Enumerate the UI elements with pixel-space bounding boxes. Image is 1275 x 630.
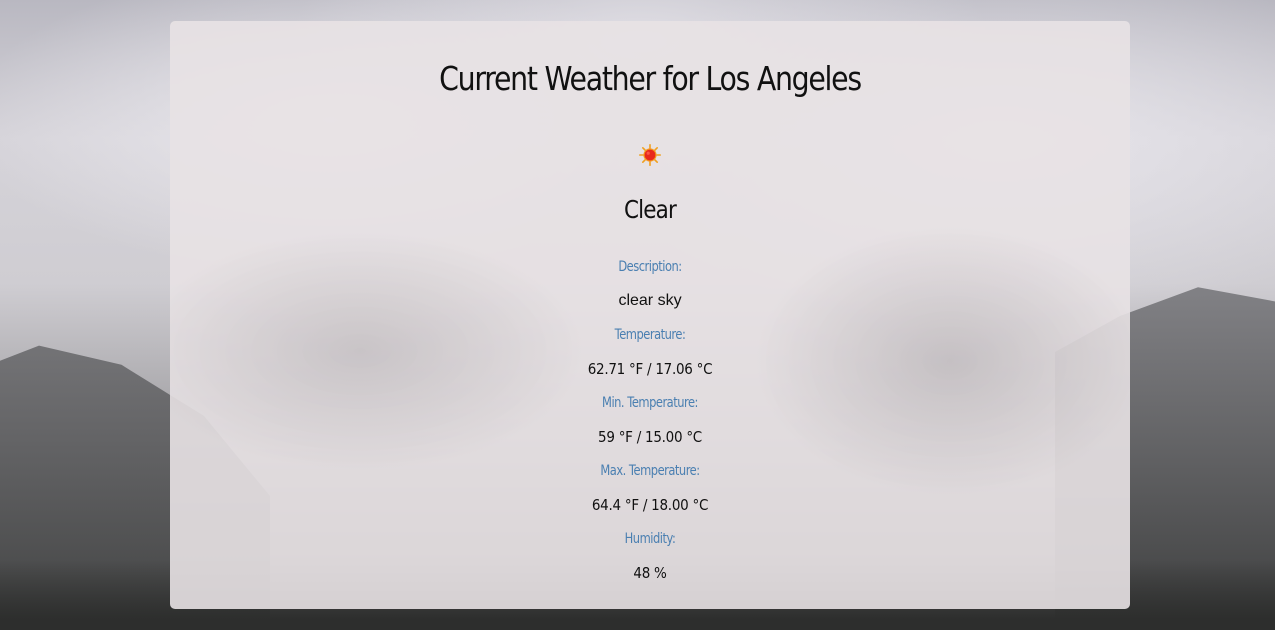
temperature-label: Temperature:: [614, 327, 686, 343]
description-value: clear sky: [618, 292, 682, 309]
clear-sun-icon: [639, 144, 661, 166]
min-temperature-value: 59 °F / 15.00 °C: [598, 428, 702, 446]
humidity-label: Humidity:: [624, 531, 676, 547]
max-temperature-label: Max. Temperature:: [600, 463, 700, 479]
humidity-value: 48 %: [633, 564, 667, 582]
weather-condition: Clear: [624, 195, 677, 224]
page-title: Current Weather for Los Angeles: [439, 59, 862, 98]
max-temperature-value: 64.4 °F / 18.00 °C: [591, 496, 709, 514]
weather-card: Current Weather for Los Angeles Clear De…: [170, 21, 1130, 609]
description-label: Description:: [618, 259, 682, 275]
min-temperature-label: Min. Temperature:: [602, 395, 698, 411]
temperature-value: 62.71 °F / 17.06 °C: [587, 360, 713, 378]
